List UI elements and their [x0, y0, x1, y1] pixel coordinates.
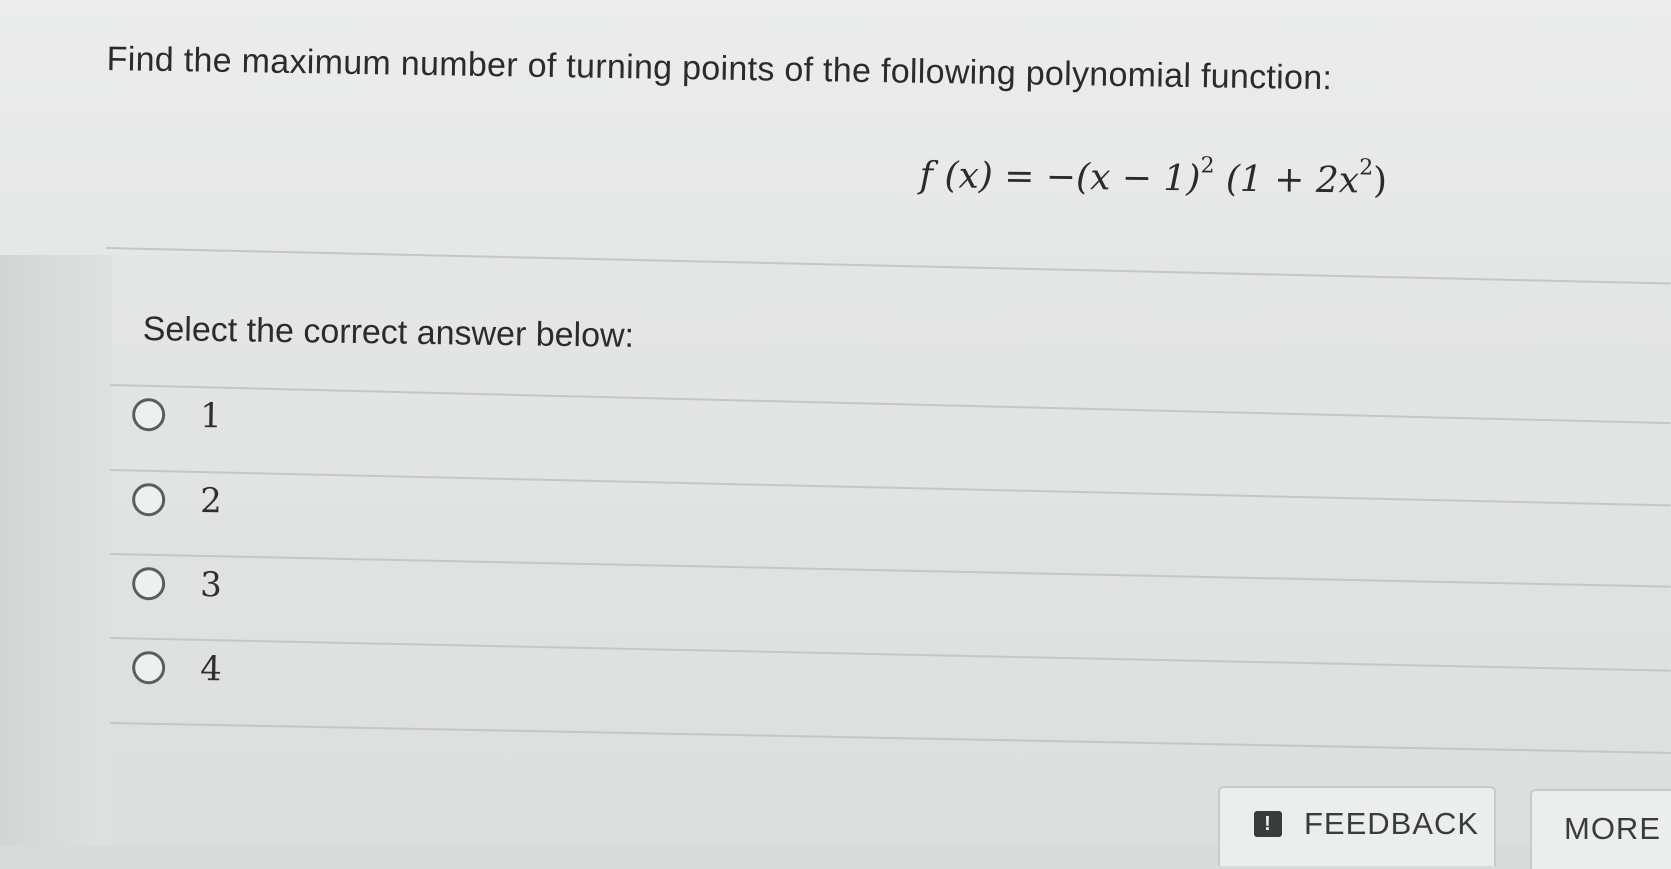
polynomial-formula: f (x) = −(x − 1)2 (1 + 2x2): [919, 150, 1388, 202]
formula-lhs: f (x) = −(x − 1): [919, 154, 1201, 200]
answer-option-4[interactable]: 4: [130, 636, 1671, 732]
formula-mid: (1 + 2x: [1214, 158, 1360, 202]
feedback-button[interactable]: ! FEEDBACK: [1218, 786, 1496, 866]
radio-button-4[interactable]: [131, 650, 166, 685]
answer-instruction: Select the correct answer below:: [142, 310, 635, 355]
answer-option-label: 4: [199, 649, 223, 690]
question-panel: [0, 0, 1671, 255]
more-label: MORE: [1564, 811, 1661, 846]
feedback-label: FEEDBACK: [1304, 806, 1480, 841]
answer-option-label: 3: [199, 565, 223, 606]
more-button[interactable]: MORE: [1530, 789, 1671, 869]
formula-exponent-1: 2: [1200, 153, 1215, 179]
radio-button-2[interactable]: [131, 482, 166, 517]
answer-option-3[interactable]: 3: [130, 552, 1671, 648]
formula-exponent-2: 2: [1359, 155, 1374, 181]
feedback-icon: !: [1254, 811, 1282, 837]
answer-option-label: 2: [199, 481, 223, 522]
formula-end: ): [1372, 160, 1388, 202]
question-page: Find the maximum number of turning point…: [0, 0, 1671, 869]
radio-button-1[interactable]: [131, 397, 166, 432]
answer-option-label: 1: [199, 396, 223, 437]
answer-option-2[interactable]: 2: [130, 468, 1671, 564]
radio-button-3[interactable]: [131, 566, 166, 601]
answer-option-1[interactable]: 1: [130, 383, 1671, 479]
